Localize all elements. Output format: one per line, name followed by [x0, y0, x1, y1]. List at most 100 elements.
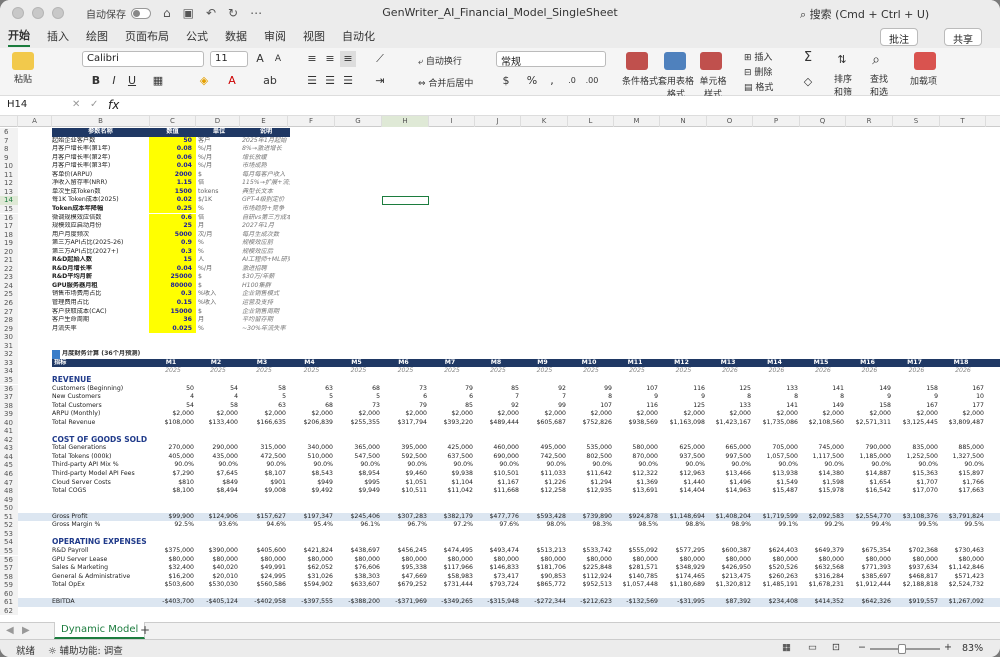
row-number-17[interactable]: 17: [0, 222, 18, 231]
data-cell[interactable]: $17,663: [940, 487, 984, 496]
data-cell[interactable]: $1,142,846: [940, 564, 984, 573]
param-value[interactable]: 0.025: [149, 324, 196, 334]
data-cell[interactable]: 472,500: [240, 453, 286, 462]
data-cell[interactable]: 1,185,000: [846, 453, 892, 462]
percent-icon[interactable]: %: [524, 73, 540, 89]
row-number-29[interactable]: 29: [0, 324, 18, 334]
data-cell[interactable]: 7: [475, 393, 519, 402]
row-number-21[interactable]: 21: [0, 256, 18, 265]
font-color-icon[interactable]: A: [224, 73, 240, 89]
data-cell[interactable]: 141: [800, 385, 844, 394]
data-cell[interactable]: 54: [196, 385, 238, 394]
data-cell[interactable]: $80,000: [846, 556, 891, 565]
data-cell[interactable]: 68: [335, 385, 380, 394]
data-cell[interactable]: $108,000: [150, 419, 194, 428]
data-cell[interactable]: $1,051: [382, 479, 427, 488]
row-number-37[interactable]: 37: [0, 393, 18, 402]
data-cell[interactable]: $95,338: [382, 564, 427, 573]
data-cell[interactable]: 395,000: [382, 444, 427, 453]
data-cell[interactable]: 85: [429, 402, 473, 411]
column-header-K[interactable]: K: [521, 116, 568, 127]
data-cell[interactable]: $414,352: [800, 598, 844, 607]
row-number-48[interactable]: 48: [0, 487, 18, 496]
row-number-35[interactable]: 35: [0, 375, 18, 385]
data-cell[interactable]: 9: [846, 393, 891, 402]
data-cell[interactable]: 98.9%: [707, 521, 751, 530]
data-cell[interactable]: $594,902: [288, 581, 333, 590]
data-cell[interactable]: $995: [335, 479, 380, 488]
row-number-40[interactable]: 40: [0, 418, 18, 428]
data-cell[interactable]: 50: [150, 385, 194, 394]
param-value[interactable]: 0.15: [149, 299, 196, 308]
data-cell[interactable]: 405,000: [150, 453, 194, 462]
font-family-select[interactable]: Calibri: [82, 51, 204, 67]
data-cell[interactable]: $1,719,599: [753, 513, 798, 522]
ribbon-tab-0[interactable]: 开始: [8, 27, 30, 47]
data-cell[interactable]: $493,474: [475, 547, 519, 556]
zoom-out-icon[interactable]: −: [858, 642, 866, 653]
data-cell[interactable]: $2,000: [660, 410, 705, 419]
data-cell[interactable]: $3,809,487: [940, 419, 984, 428]
data-cell[interactable]: $2,554,770: [846, 513, 891, 522]
data-cell[interactable]: 98.3%: [568, 521, 612, 530]
italic-button[interactable]: I: [106, 73, 122, 89]
data-cell[interactable]: 133: [753, 385, 798, 394]
data-cell[interactable]: $8,107: [240, 470, 286, 479]
page-break-icon[interactable]: ⊡: [832, 642, 840, 653]
data-cell[interactable]: 270,000: [150, 444, 194, 453]
data-cell[interactable]: $47,669: [382, 573, 427, 582]
data-cell[interactable]: $1,549: [753, 479, 798, 488]
row-number-34[interactable]: 34: [0, 367, 18, 376]
data-cell[interactable]: 10: [940, 393, 984, 402]
data-cell[interactable]: 5: [240, 393, 286, 402]
param-value[interactable]: 0.3: [149, 290, 196, 299]
data-cell[interactable]: $375,000: [150, 547, 194, 556]
data-cell[interactable]: $624,403: [753, 547, 798, 556]
data-cell[interactable]: 99: [521, 402, 566, 411]
row-number-26[interactable]: 26: [0, 299, 18, 308]
data-cell[interactable]: $405,600: [240, 547, 286, 556]
data-cell[interactable]: -$388,200: [335, 598, 380, 607]
data-cell[interactable]: $80,000: [893, 556, 938, 565]
data-cell[interactable]: $1,598: [800, 479, 844, 488]
param-value[interactable]: 0.6: [149, 213, 196, 223]
data-cell[interactable]: 6: [382, 393, 427, 402]
data-cell[interactable]: $810: [150, 479, 194, 488]
param-value[interactable]: 0.08: [149, 145, 196, 154]
data-cell[interactable]: $80,000: [614, 556, 658, 565]
column-header-G[interactable]: G: [335, 116, 382, 127]
data-cell[interactable]: $13,691: [614, 487, 658, 496]
row-number-19[interactable]: 19: [0, 239, 18, 248]
data-cell[interactable]: -$272,344: [521, 598, 566, 607]
data-cell[interactable]: 8: [753, 393, 798, 402]
data-cell[interactable]: $7,645: [196, 470, 238, 479]
data-cell[interactable]: $1,369: [614, 479, 658, 488]
row-number-53[interactable]: 53: [0, 529, 18, 539]
data-cell[interactable]: $702,368: [893, 547, 938, 556]
data-cell[interactable]: 835,000: [893, 444, 938, 453]
data-cell[interactable]: $577,295: [660, 547, 705, 556]
data-cell[interactable]: $739,890: [568, 513, 612, 522]
data-cell[interactable]: $1,766: [940, 479, 984, 488]
clear-icon[interactable]: ◇: [800, 74, 816, 90]
data-cell[interactable]: $16,542: [846, 487, 891, 496]
data-cell[interactable]: $1,267,092: [940, 598, 984, 607]
data-cell[interactable]: $174,465: [660, 573, 705, 582]
close-window-button[interactable]: [12, 7, 24, 19]
data-cell[interactable]: 79: [429, 385, 473, 394]
column-header-A[interactable]: A: [18, 116, 52, 127]
param-value[interactable]: 15: [149, 256, 196, 265]
align-bottom-icon[interactable]: ≡: [340, 51, 356, 67]
data-cell[interactable]: $15,978: [800, 487, 844, 496]
data-cell[interactable]: 90.0%: [753, 461, 798, 470]
data-cell[interactable]: 63: [288, 385, 333, 394]
phonetic-icon[interactable]: ab: [262, 73, 278, 89]
data-cell[interactable]: 535,000: [568, 444, 612, 453]
data-cell[interactable]: 54: [150, 402, 194, 411]
row-number-31[interactable]: 31: [0, 341, 18, 351]
home-icon[interactable]: ⌂: [163, 6, 171, 20]
data-cell[interactable]: 116: [660, 385, 705, 394]
row-number-55[interactable]: 55: [0, 546, 18, 556]
zoom-slider-thumb[interactable]: [898, 644, 906, 654]
data-cell[interactable]: $555,092: [614, 547, 658, 556]
